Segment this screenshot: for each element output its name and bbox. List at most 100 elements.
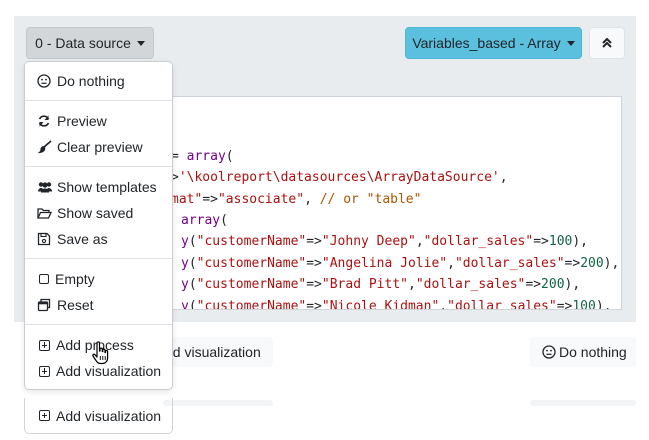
menu-item-label: Preview [57, 113, 107, 129]
code-token: "dollar_sales" [423, 234, 534, 250]
code-token: "customerName" [196, 298, 307, 310]
window-restore-icon [37, 298, 51, 312]
menu-item-preview[interactable]: Preview [25, 109, 172, 133]
square-icon [39, 274, 49, 284]
menu-item-reset[interactable]: Reset [25, 293, 172, 317]
menu-item-label: Show saved [57, 205, 134, 221]
code-token: array [186, 148, 226, 164]
variables-based-label: Variables_based - Array [412, 35, 561, 51]
code-token: ), [572, 234, 589, 250]
menu-item-label: Show templates [57, 179, 157, 195]
code-token: "Angelina Jolie" [321, 255, 448, 271]
caret-down-icon [566, 40, 575, 46]
code-token: 100 [572, 298, 596, 310]
code-token: ( [188, 298, 197, 310]
code-token: 100 [548, 234, 573, 250]
code-token: "customerName" [196, 234, 307, 250]
menu-divider [25, 166, 172, 167]
code-token: ( [188, 255, 197, 271]
menu-item-do-nothing[interactable]: Do nothing [25, 69, 172, 93]
menu-divider [25, 100, 172, 101]
menu-item-label: Clear preview [57, 139, 143, 155]
users-icon [38, 182, 52, 193]
code-token: "associate" [217, 191, 305, 207]
plus-square-icon [39, 339, 50, 351]
menu-item-label: Empty [55, 271, 95, 287]
menu-item-save-as[interactable]: Save as [25, 227, 172, 251]
code-token: , [415, 234, 424, 250]
menu-item-label: Reset [57, 297, 94, 313]
caret-down-icon [136, 40, 145, 46]
faint-row [530, 400, 636, 406]
code-token: ), [603, 255, 620, 271]
faint-row [163, 400, 273, 406]
code-token: => [202, 191, 218, 207]
code-token: "customerName" [196, 277, 307, 293]
data-source-label: 0 - Data source [35, 35, 131, 51]
do-nothing-label: Do nothing [559, 344, 627, 360]
code-token: , [407, 277, 416, 293]
code-token: ( [188, 277, 197, 293]
code-token: "dollar_sales" [447, 298, 557, 310]
code-token: 200 [541, 277, 565, 293]
code-token: = [171, 148, 187, 164]
code-token: y [181, 298, 189, 310]
menu-item-empty[interactable]: Empty [25, 267, 172, 291]
code-token: => [533, 234, 549, 250]
code-token: ( [220, 212, 228, 228]
add-visualization-button[interactable]: dd visualization [163, 337, 273, 367]
code-token: "dollar_sales" [415, 277, 526, 293]
code-token: , [499, 170, 508, 186]
code-token: '\koolreport\datasources\ArrayDataSource… [178, 170, 500, 186]
menu-item-label: Save as [57, 231, 108, 247]
extra-add-visualization-item[interactable]: Add visualization [24, 398, 173, 434]
code-token: => [564, 255, 581, 271]
add-visualization-label: dd visualization [165, 344, 261, 360]
code-token: => [306, 298, 322, 310]
do-nothing-button[interactable]: Do nothing [530, 337, 636, 367]
code-token: , [304, 191, 320, 207]
save-icon [37, 232, 51, 246]
code-token: "Johny Deep" [321, 234, 416, 250]
hand-pointer-icon [92, 341, 109, 365]
menu-item-show-saved[interactable]: Show saved [25, 201, 172, 225]
plus-square-icon [39, 365, 50, 377]
folder-open-icon [37, 207, 52, 219]
code-token: , [447, 255, 455, 271]
code-token: ), [595, 298, 612, 310]
plus-square-icon [39, 410, 50, 421]
collapse-button[interactable] [589, 27, 625, 59]
code-token: => [556, 298, 573, 310]
code-token: => [306, 234, 322, 250]
code-token: array [181, 212, 221, 228]
menu-divider [25, 324, 172, 325]
code-token: mat" [171, 191, 203, 207]
menu-divider [25, 258, 172, 259]
code-token: "Nicole Kidman" [321, 298, 440, 310]
menu-item-show-templates[interactable]: Show templates [25, 175, 172, 199]
code-token: y [181, 234, 189, 250]
variables-based-dropdown-button[interactable]: Variables_based - Array [405, 27, 582, 59]
code-token: "customerName" [196, 255, 307, 271]
code-token: y [181, 277, 189, 293]
menu-item-clear-preview[interactable]: Clear preview [25, 135, 172, 159]
menu-item-label: Do nothing [57, 73, 125, 89]
code-token: => [306, 255, 322, 271]
code-token: => [306, 277, 322, 293]
meh-face-icon [542, 345, 556, 359]
code-token: y [181, 255, 189, 271]
code-token: => [525, 277, 542, 293]
code-token: "Brad Pitt" [321, 277, 408, 293]
refresh-icon [38, 115, 50, 127]
code-token: ( [225, 148, 234, 164]
code-token: ), [564, 277, 581, 293]
code-token: ( [188, 234, 197, 250]
meh-face-icon [37, 74, 51, 88]
code-token: , [439, 298, 448, 310]
double-chevron-up-icon [602, 37, 612, 48]
code-token: // or "table" [319, 191, 422, 207]
extra-add-visualization-label: Add visualization [56, 407, 162, 424]
data-source-dropdown-button[interactable]: 0 - Data source [26, 27, 154, 59]
brush-icon [37, 140, 52, 154]
code-token: 200 [580, 255, 604, 271]
